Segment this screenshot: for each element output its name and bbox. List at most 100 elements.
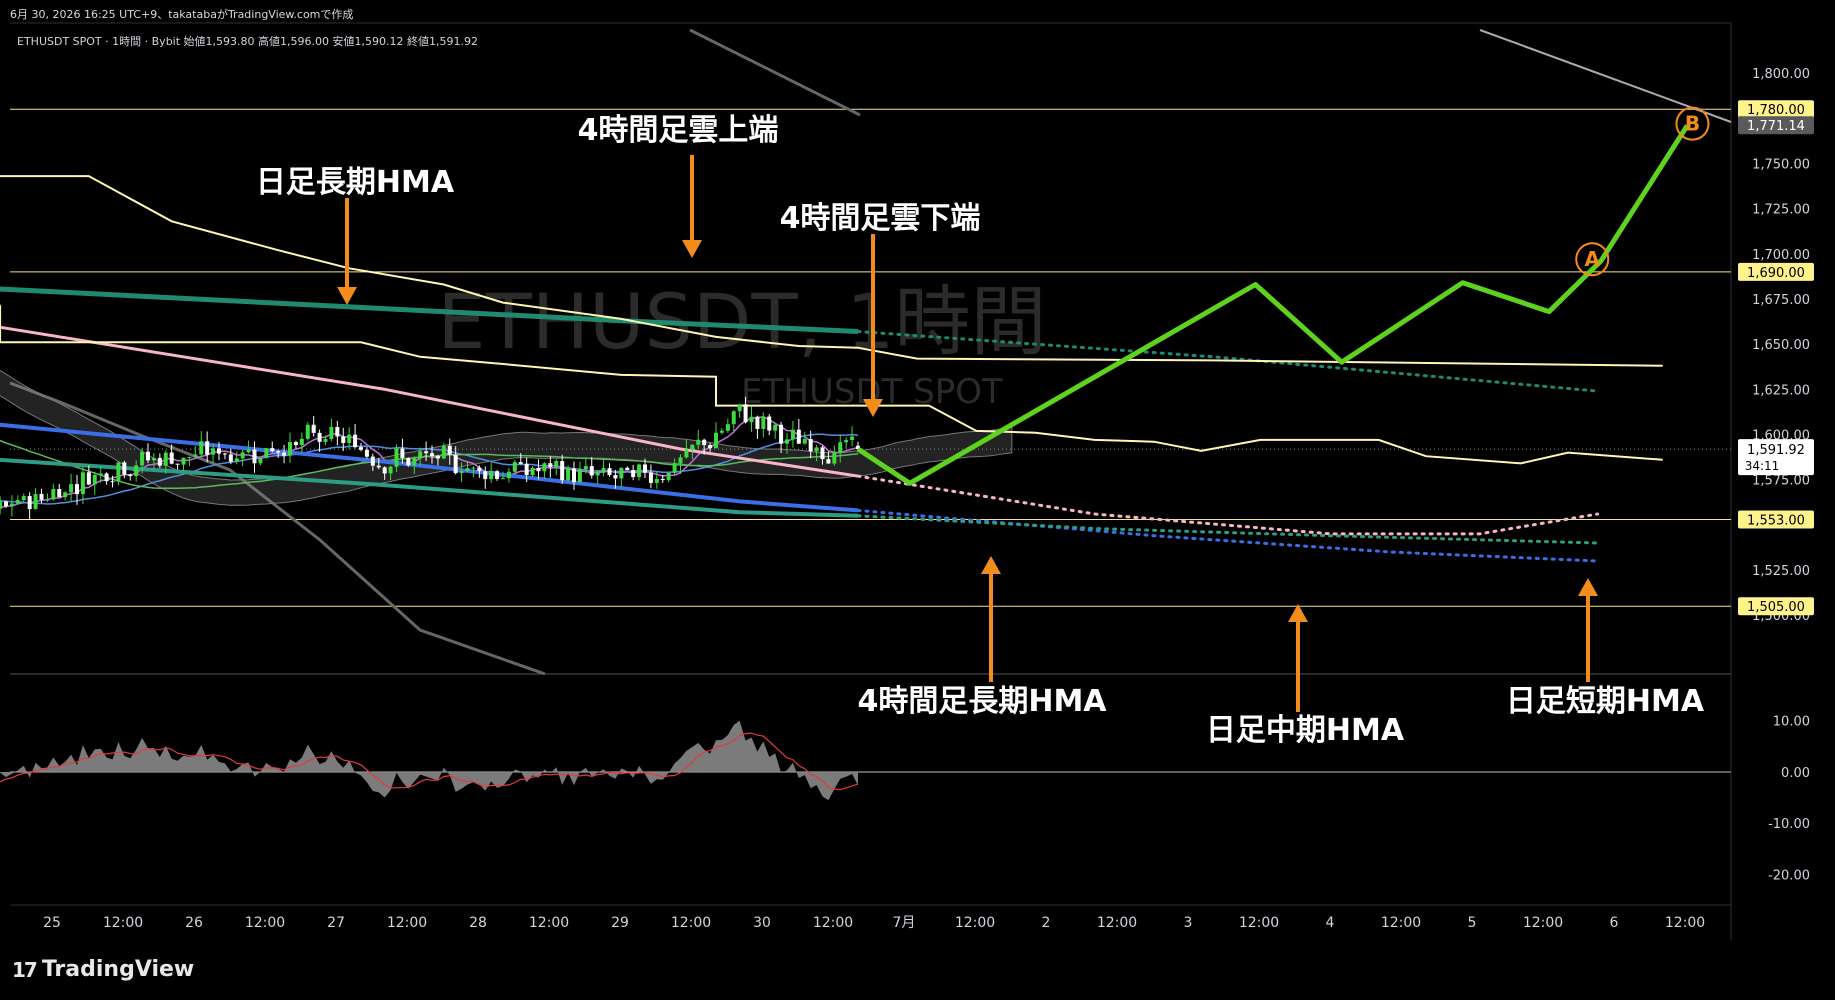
candle-body: [252, 449, 257, 464]
candle-body: [27, 496, 32, 510]
scenario-point-label: B: [1685, 112, 1700, 136]
candle-body: [424, 451, 429, 454]
candle-body: [779, 424, 784, 444]
price-label-text: 1,553.00: [1747, 513, 1805, 528]
time-tick-label: 26: [185, 915, 203, 931]
time-tick-label: 28: [469, 915, 487, 931]
price-label-text: 1,780.00: [1747, 103, 1805, 118]
candle-body: [193, 454, 198, 457]
candle-body: [317, 432, 322, 442]
candle-body: [264, 448, 269, 459]
candle-body: [477, 467, 482, 472]
candle-body: [234, 458, 239, 462]
candle-body: [347, 434, 352, 444]
tradingview-icon: 17: [12, 957, 38, 982]
symbol-legend: ETHUSDT SPOT · 1時間 · Bybit 始値1,593.80 高値…: [17, 34, 478, 48]
candle-body: [276, 451, 281, 453]
candle-body: [731, 411, 736, 425]
candle-body: [163, 452, 168, 466]
candle-body: [98, 473, 103, 475]
candle-body: [288, 442, 292, 456]
candle-body: [75, 484, 79, 495]
time-tick-label: 27: [327, 915, 345, 931]
time-tick-label: 12:00: [1665, 915, 1705, 931]
annotation-label: 4時間足長期HMA: [857, 684, 1107, 719]
candle-body: [743, 404, 748, 423]
time-tick-label: 12:00: [955, 915, 995, 931]
candle-body: [737, 404, 742, 412]
candle-body: [613, 475, 618, 479]
candle-body: [39, 493, 44, 500]
candle-body: [719, 430, 724, 433]
candle-body: [299, 438, 304, 446]
candle-body: [376, 465, 381, 468]
candle-body: [755, 416, 760, 429]
candle-body: [45, 499, 50, 501]
candle-body: [217, 448, 221, 454]
time-tick-label: 6: [1610, 915, 1619, 931]
candle-body: [146, 451, 150, 461]
candle-body: [589, 466, 594, 476]
scenario-point-label: A: [1585, 247, 1601, 271]
candle-body: [631, 470, 636, 478]
candle-body: [684, 449, 689, 458]
price-tick-label: 1,675.00: [1752, 293, 1810, 308]
candle-body: [335, 426, 340, 437]
brand-name: TradingView: [41, 957, 195, 982]
time-tick-label: 29: [611, 915, 629, 931]
time-tick-label: 5: [1468, 915, 1477, 931]
candle-body: [666, 472, 671, 481]
candle-body: [211, 448, 216, 455]
candle-body: [382, 467, 387, 474]
candle-body: [406, 457, 411, 466]
candle-body: [199, 441, 204, 455]
candle-body: [583, 466, 588, 470]
time-tick-label: 12:00: [387, 915, 427, 931]
time-tick-label: 12:00: [1523, 915, 1563, 931]
time-tick-label: 3: [1184, 915, 1193, 931]
candle-body: [471, 467, 476, 469]
candle-body: [175, 463, 180, 465]
time-tick-label: 12:00: [103, 915, 143, 931]
candle-body: [465, 468, 470, 472]
candle-body: [844, 440, 849, 443]
candle-body: [512, 462, 517, 472]
candle-body: [808, 439, 813, 452]
annotation-label: 日足中期HMA: [1206, 713, 1405, 748]
osc-tick-label: -10.00: [1768, 817, 1810, 832]
candle-body: [4, 501, 8, 507]
candle-body: [205, 441, 210, 455]
candle-body: [796, 429, 801, 444]
candle-body: [15, 500, 20, 504]
candle-body: [820, 447, 825, 460]
time-tick-label: 2: [1042, 915, 1051, 931]
candle-body: [412, 458, 417, 466]
candle-body: [637, 464, 642, 478]
candle-body: [33, 493, 38, 510]
candle-body: [116, 462, 121, 482]
tradingview-logo[interactable]: 17 TradingView: [12, 957, 194, 982]
candle-body: [501, 478, 505, 480]
osc-tick-label: 10.00: [1773, 715, 1810, 730]
price-tick-label: 1,800.00: [1752, 67, 1810, 82]
price-label-text: 1,771.14: [1747, 119, 1805, 134]
candle-body: [459, 471, 464, 474]
candle-body: [530, 468, 535, 476]
price-chart[interactable]: 6月 30, 2026 16:25 UTC+9、takatabaがTrading…: [0, 0, 1835, 1000]
candle-body: [181, 457, 186, 465]
candle-body: [814, 447, 819, 452]
time-tick-label: 12:00: [813, 915, 853, 931]
candle-body: [293, 442, 298, 446]
candle-body: [222, 453, 227, 455]
candle-body: [672, 463, 677, 473]
candle-body: [554, 461, 559, 468]
watermark-title: ETHUSDT, 1時間: [437, 277, 1046, 366]
candle-body: [542, 463, 547, 472]
candle-body: [80, 472, 85, 495]
candle-body: [560, 461, 565, 481]
price-tick-label: 1,525.00: [1752, 564, 1810, 579]
candle-body: [524, 463, 529, 476]
candle-body: [714, 432, 718, 449]
candle-body: [341, 436, 346, 444]
time-tick-label: 30: [753, 915, 771, 931]
